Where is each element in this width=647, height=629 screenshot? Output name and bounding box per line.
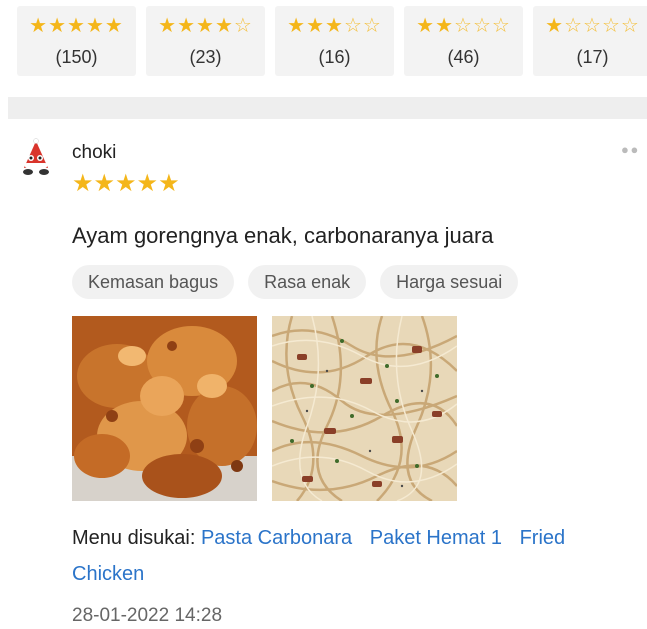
pasta-carbonara-photo[interactable] [272,316,457,501]
rating-filter-bar: ★★★★★ (150) ★★★★☆ (23) ★★★☆☆ (16) ★★☆☆☆ … [17,6,647,76]
review-photos [72,316,457,501]
liked-menu-item[interactable]: Paket Hemat 1 [370,527,502,549]
filter-count: (16) [318,47,351,67]
star-rating-icons: ★★★★☆ [158,15,253,37]
star-rating-icons: ★★★☆☆ [287,15,382,37]
filter-count: (17) [576,47,609,67]
filter-count: (23) [189,47,222,67]
liked-menu: Menu disukai: Pasta Carbonara Paket Hema… [72,520,632,592]
liked-menu-label: Menu disukai: [72,527,196,549]
avatar[interactable] [16,138,56,178]
filter-count: (150) [55,47,98,67]
star-rating-icons: ★★★★★ [29,15,124,37]
filter-4-stars[interactable]: ★★★★☆ (23) [146,6,265,76]
review-username: choki [72,142,117,163]
star-rating-icons: ★☆☆☆☆ [545,15,640,37]
more-dots-icon[interactable]: ● ● [621,142,638,157]
star-rating-icons: ★★☆☆☆ [416,15,511,37]
review-tag: Rasa enak [248,265,367,299]
filter-2-stars[interactable]: ★★☆☆☆ (46) [404,6,523,76]
filter-1-star[interactable]: ★☆☆☆☆ (17) [533,6,647,76]
review-tag: Kemasan bagus [72,265,235,299]
filter-count: (46) [447,47,480,67]
review-tags: Kemasan bagus Rasa enak Harga sesuai [72,265,519,299]
fried-chicken-photo[interactable] [72,316,257,501]
review-star-rating: ★★★★★ [72,170,180,197]
filter-3-stars[interactable]: ★★★☆☆ (16) [275,6,394,76]
liked-menu-item[interactable]: Pasta Carbonara [201,527,352,549]
section-divider [8,97,647,119]
review-date: 28-01-2022 14:28 [72,605,223,626]
review-tag: Harga sesuai [380,265,519,299]
review-comment: Ayam gorengnya enak, carbonaranya juara [72,223,494,248]
filter-5-stars[interactable]: ★★★★★ (150) [17,6,136,76]
